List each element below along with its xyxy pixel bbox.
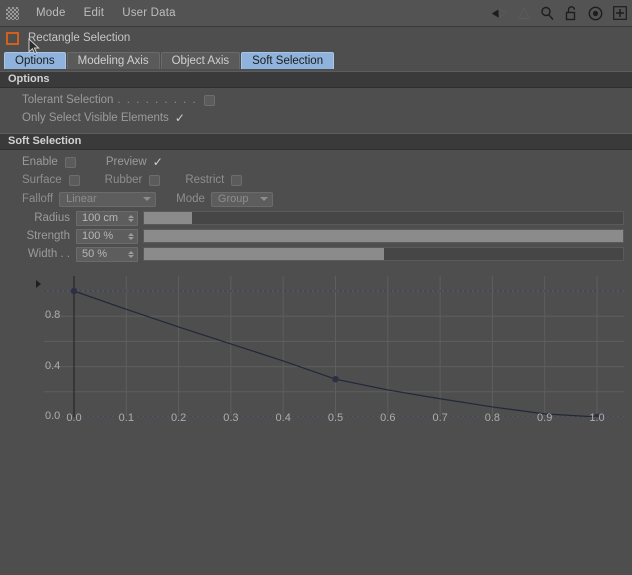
row-surface-rubber-restrict: Surface Rubber Restrict xyxy=(0,171,632,189)
section-header-soft-selection[interactable]: Soft Selection xyxy=(0,133,632,150)
tolerant-selection-checkbox[interactable] xyxy=(204,94,216,106)
width-label: Width . . xyxy=(27,248,70,260)
x-axis-tick-label: 0.8 xyxy=(484,412,501,424)
active-tool-row: Rectangle Selection xyxy=(0,27,632,55)
tab-bar: Options Modeling Axis Object Axis Soft S… xyxy=(0,49,632,69)
tab-object-axis[interactable]: Object Axis xyxy=(160,52,241,69)
y-axis-tick-label: 0.0 xyxy=(45,410,61,422)
row-falloff-mode: Falloff Linear Mode Group xyxy=(0,189,632,209)
chevron-down-icon xyxy=(259,197,268,201)
strength-label: Strength xyxy=(26,230,70,242)
preview-checkmark-icon[interactable]: ✓ xyxy=(153,156,163,168)
width-slider-fill xyxy=(144,248,384,260)
enable-label: Enable xyxy=(22,156,58,168)
radius-stepper[interactable] xyxy=(128,214,134,222)
x-axis-tick-label: 0.3 xyxy=(223,412,239,424)
x-axis-tick-label: 0.6 xyxy=(380,412,396,424)
only-select-visible-label: Only Select Visible Elements xyxy=(22,112,169,124)
falloff-dropdown[interactable]: Linear xyxy=(59,191,157,207)
width-field[interactable]: 50 % xyxy=(76,246,138,262)
row-only-select-visible[interactable]: Only Select Visible Elements ✓ xyxy=(0,109,632,127)
x-axis-tick-label: 0.9 xyxy=(537,412,553,424)
radius-field[interactable]: 100 cm xyxy=(76,210,138,226)
rectangle-selection-icon[interactable] xyxy=(6,31,19,45)
falloff-curve-graph[interactable]: 0.0 0.1 0.2 0.3 0.4 0.5 0.6 0.7 0.8 0.9 1.0 0.0 0.4… xyxy=(0,272,632,432)
section-header-options[interactable]: Options xyxy=(0,71,632,88)
x-axis-tick-label: 0.5 xyxy=(327,412,344,424)
menu-item-edit[interactable]: Edit xyxy=(75,5,114,21)
row-strength: Strength 100 % xyxy=(0,227,632,245)
radius-value: 100 cm xyxy=(82,212,119,224)
x-axis-tick-label: 0.1 xyxy=(118,412,134,424)
width-stepper[interactable] xyxy=(128,250,134,258)
soft-selection-controls: Enable Preview ✓ Surface Rubber Restrict… xyxy=(0,150,632,267)
soft-selection-panel: Mode Edit User Data Rectangle Selection … xyxy=(0,0,632,575)
lock-icon[interactable] xyxy=(563,5,580,22)
falloff-label: Falloff xyxy=(22,193,54,205)
surface-checkbox[interactable] xyxy=(68,174,80,186)
options-panel: Tolerant Selection . . . . . . . . . Onl… xyxy=(0,88,632,131)
y-axis-tick-label: 0.8 xyxy=(45,309,61,322)
strength-slider[interactable] xyxy=(143,229,624,243)
mouse-cursor xyxy=(28,38,40,55)
strength-slider-fill xyxy=(144,230,623,242)
add-panel-icon[interactable] xyxy=(611,5,628,22)
curve-plot[interactable] xyxy=(0,272,632,417)
x-axis-tick-label: 0.0 xyxy=(66,412,82,424)
enable-checkbox[interactable] xyxy=(64,156,76,168)
mode-value: Group xyxy=(217,193,249,205)
search-icon[interactable] xyxy=(539,5,556,22)
x-axis-tick-label: 0.4 xyxy=(275,412,291,424)
row-enable-preview: Enable Preview ✓ xyxy=(0,153,632,171)
menu-item-user-data[interactable]: User Data xyxy=(113,5,185,21)
tolerant-selection-label: Tolerant Selection xyxy=(22,94,114,106)
surface-label: Surface xyxy=(22,174,62,186)
target-icon[interactable] xyxy=(587,5,604,22)
row-width: Width . . 50 % xyxy=(0,245,632,263)
restrict-checkbox[interactable] xyxy=(231,174,243,186)
strength-field[interactable]: 100 % xyxy=(76,228,138,244)
page-title: Rectangle Selection xyxy=(28,32,131,44)
chevron-down-icon xyxy=(143,197,152,201)
strength-value: 100 % xyxy=(82,230,114,242)
menu-item-mode[interactable]: Mode xyxy=(27,5,75,21)
x-axis-tick-label: 0.2 xyxy=(170,412,187,424)
radius-slider[interactable] xyxy=(143,211,624,225)
width-slider[interactable] xyxy=(143,247,624,261)
tab-soft-selection[interactable]: Soft Selection xyxy=(241,52,335,69)
menu-tool-icons xyxy=(491,0,628,26)
mode-label: Mode xyxy=(176,193,205,205)
row-radius: Radius 100 cm xyxy=(0,209,632,227)
rubber-label: Rubber xyxy=(104,174,143,186)
width-value: 50 % xyxy=(82,248,108,260)
grid-pattern-icon[interactable] xyxy=(6,6,19,20)
preview-label: Preview xyxy=(105,156,147,168)
mode-dropdown[interactable]: Group xyxy=(210,191,273,207)
radius-slider-fill xyxy=(144,212,192,224)
restrict-label: Restrict xyxy=(185,174,225,186)
menu-bar: Mode Edit User Data xyxy=(0,0,632,27)
falloff-value: Linear xyxy=(66,193,97,205)
prev-view-icon[interactable] xyxy=(491,5,508,22)
next-view-icon[interactable] xyxy=(515,5,532,22)
tab-modeling-axis[interactable]: Modeling Axis xyxy=(66,52,160,69)
x-axis-tick-label: 1.0 xyxy=(589,412,605,424)
rubber-checkbox[interactable] xyxy=(149,174,161,186)
y-axis-tick-label: 0.4 xyxy=(45,359,61,372)
row-tolerant-selection[interactable]: Tolerant Selection . . . . . . . . . xyxy=(0,91,632,109)
x-axis-tick-label: 0.7 xyxy=(432,412,448,424)
only-select-visible-checkmark-icon[interactable]: ✓ xyxy=(175,112,185,124)
tolerant-selection-dots: . . . . . . . . . xyxy=(117,94,198,106)
radius-label: Radius xyxy=(34,212,70,224)
strength-stepper[interactable] xyxy=(128,232,134,240)
x-axis-tick-labels: 0.0 0.1 0.2 0.3 0.4 0.5 0.6 0.7 0.8 0.9 1.0 xyxy=(0,412,632,428)
